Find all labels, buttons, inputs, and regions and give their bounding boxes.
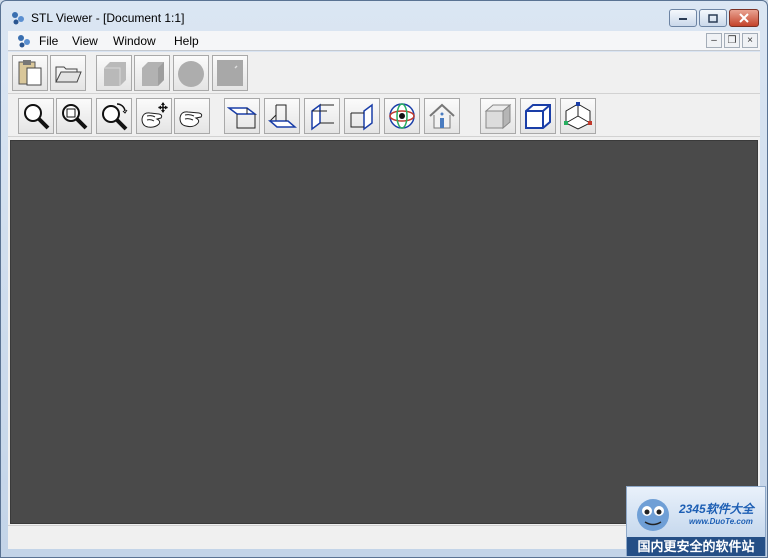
square-icon (217, 60, 243, 86)
paste-button[interactable] (12, 55, 48, 91)
zoom-button[interactable] (18, 98, 54, 134)
client-area (8, 52, 760, 549)
zoom-rotate-icon (102, 103, 128, 131)
axis-cube-button[interactable] (560, 98, 596, 134)
front-view-button[interactable] (264, 98, 300, 134)
top-view-icon (227, 107, 257, 129)
axis-cube-icon (564, 102, 592, 130)
watermark-logo: 2345软件大全 www.DuoTe.com 国内更安全的软件站 (626, 486, 766, 556)
rotate-hand-icon (179, 111, 203, 128)
maximize-button[interactable] (699, 9, 727, 27)
shaded-view-button[interactable] (134, 55, 170, 91)
solid-view-button[interactable] (96, 55, 132, 91)
pan-button[interactable] (136, 98, 172, 134)
document-icon[interactable] (16, 33, 32, 49)
wireframe-cube-icon (525, 104, 551, 129)
zoom-window-button[interactable] (56, 98, 92, 134)
mdi-minimize-button[interactable]: – (706, 33, 722, 48)
open-folder-icon (55, 66, 82, 83)
paste-icon (18, 60, 42, 86)
wireframe-cube-button[interactable] (520, 98, 556, 134)
toolbar-main (8, 52, 760, 94)
home-view-button[interactable] (424, 98, 460, 134)
zoom-window-icon (62, 104, 88, 130)
rotate-button[interactable] (174, 98, 210, 134)
mdi-restore-button[interactable]: ❐ (724, 33, 740, 48)
maximize-icon (708, 13, 718, 23)
zoom-rotate-button[interactable] (96, 98, 132, 134)
solid-cube-button[interactable] (480, 98, 516, 134)
shaded-box-icon (142, 62, 164, 86)
orbit-button[interactable] (384, 98, 420, 134)
window-title: STL Viewer - [Document 1:1] (31, 11, 185, 25)
home-icon (429, 103, 455, 129)
watermark-url: www.DuoTe.com (689, 517, 753, 526)
right-view-button[interactable] (344, 98, 380, 134)
top-view-button[interactable] (224, 98, 260, 134)
sphere-icon (178, 61, 204, 87)
watermark-slogan: 国内更安全的软件站 (627, 537, 765, 556)
solid-box-icon (104, 62, 126, 86)
mascot-icon (637, 499, 669, 531)
left-view-button[interactable] (304, 98, 340, 134)
title-bar[interactable]: STL Viewer - [Document 1:1] (1, 1, 767, 31)
3d-viewport[interactable] (10, 140, 758, 524)
open-button[interactable] (50, 55, 86, 91)
front-view-icon (267, 104, 297, 128)
app-icon (12, 12, 24, 25)
left-view-icon (311, 103, 334, 131)
square-view-button[interactable] (212, 55, 248, 91)
menu-view[interactable]: View (72, 34, 98, 48)
zoom-icon (24, 104, 50, 130)
toolbar-view (8, 95, 760, 137)
app-window: STL Viewer - [Document 1:1] File View Wi… (0, 0, 768, 558)
close-icon (739, 13, 749, 23)
minimize-button[interactable] (669, 9, 697, 27)
menu-bar: File View Window Help – ❐ × (8, 31, 760, 51)
menu-window[interactable]: Window (113, 34, 156, 48)
pan-hand-icon (141, 102, 168, 128)
minimize-icon (679, 18, 687, 20)
orbit-icon (389, 103, 415, 129)
mdi-close-button[interactable]: × (742, 33, 758, 48)
right-view-icon (350, 103, 373, 131)
menu-help[interactable]: Help (174, 34, 199, 48)
watermark-brand: 2345软件大全 (679, 502, 754, 516)
solid-cube-icon (484, 103, 512, 130)
close-button[interactable] (729, 9, 759, 27)
menu-file[interactable]: File (39, 34, 58, 48)
sphere-view-button[interactable] (173, 55, 209, 91)
